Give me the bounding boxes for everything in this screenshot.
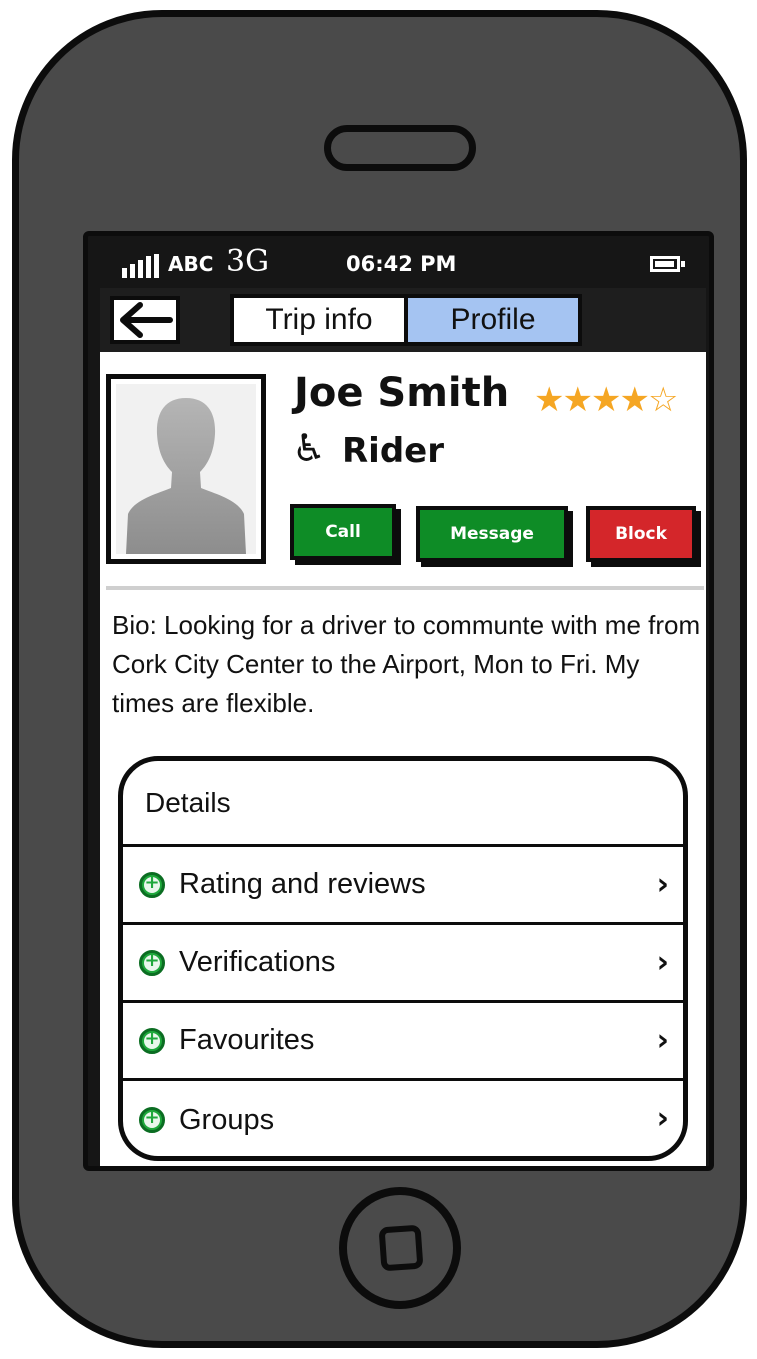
home-button[interactable] — [339, 1187, 461, 1309]
rating-stars: ★★★★☆ — [534, 380, 679, 420]
tab-trip-info[interactable]: Trip info — [234, 298, 404, 342]
network-label: 3G — [226, 244, 270, 279]
carrier-label: ABC — [168, 252, 214, 276]
chevron-right-icon: › — [656, 1101, 669, 1136]
details-panel: Details Rating and reviews › Verificatio… — [118, 756, 688, 1161]
detail-item-label: Groups — [179, 1103, 275, 1136]
tab-switcher: Trip info Profile — [230, 294, 582, 346]
phone-screen: ABC 3G 06:42 PM Trip info Profile Joe Sm… — [83, 231, 714, 1171]
wheelchair-icon: ♿ — [292, 426, 327, 470]
signal-icon — [122, 254, 159, 278]
star-empty-icon: ☆ — [647, 380, 679, 420]
app-content: Trip info Profile Joe Smith ★★★★☆ ♿ Ride… — [100, 288, 706, 1166]
profile-name: Joe Smith — [294, 370, 510, 416]
status-bar: ABC 3G 06:42 PM — [88, 236, 709, 288]
tab-profile[interactable]: Profile — [404, 298, 578, 342]
arrow-left-icon — [120, 302, 173, 338]
profile-photo — [106, 374, 266, 564]
chevron-right-icon: › — [656, 1023, 669, 1058]
detail-item-favourites[interactable]: Favourites › — [123, 1003, 683, 1081]
battery-icon — [650, 256, 685, 272]
star-filled-icon: ★ — [562, 380, 593, 420]
home-square-icon — [378, 1224, 424, 1272]
detail-item-verifications[interactable]: Verifications › — [123, 925, 683, 1003]
detail-item-rating-and-reviews[interactable]: Rating and reviews › — [123, 847, 683, 925]
speaker-slot — [324, 125, 476, 171]
status-time: 06:42 PM — [346, 252, 457, 276]
call-button[interactable]: Call — [290, 504, 396, 560]
detail-item-groups[interactable]: Groups › — [123, 1081, 683, 1156]
star-filled-icon: ★ — [534, 380, 565, 420]
star-filled-icon: ★ — [619, 380, 650, 420]
plus-circle-icon — [139, 1027, 165, 1054]
details-title: Details — [123, 761, 683, 847]
detail-item-label: Rating and reviews — [179, 868, 426, 900]
header-divider — [106, 586, 704, 590]
profile-role: Rider — [342, 431, 444, 471]
message-button[interactable]: Message — [416, 506, 568, 562]
detail-item-label: Favourites — [179, 1024, 315, 1056]
profile-bio: Bio: Looking for a driver to communte wi… — [112, 610, 701, 718]
avatar-placeholder-icon — [126, 398, 246, 554]
block-button[interactable]: Block — [586, 506, 696, 562]
phone-frame: ABC 3G 06:42 PM Trip info Profile Joe Sm… — [12, 10, 747, 1348]
chevron-right-icon: › — [656, 945, 669, 980]
detail-item-label: Verifications — [179, 946, 336, 978]
top-nav-bar: Trip info Profile — [100, 288, 706, 352]
chevron-right-icon: › — [656, 867, 669, 902]
plus-circle-icon — [139, 871, 165, 898]
back-button[interactable] — [110, 296, 180, 344]
plus-circle-icon — [139, 1107, 165, 1133]
star-filled-icon: ★ — [590, 380, 622, 420]
plus-circle-icon — [139, 949, 165, 976]
